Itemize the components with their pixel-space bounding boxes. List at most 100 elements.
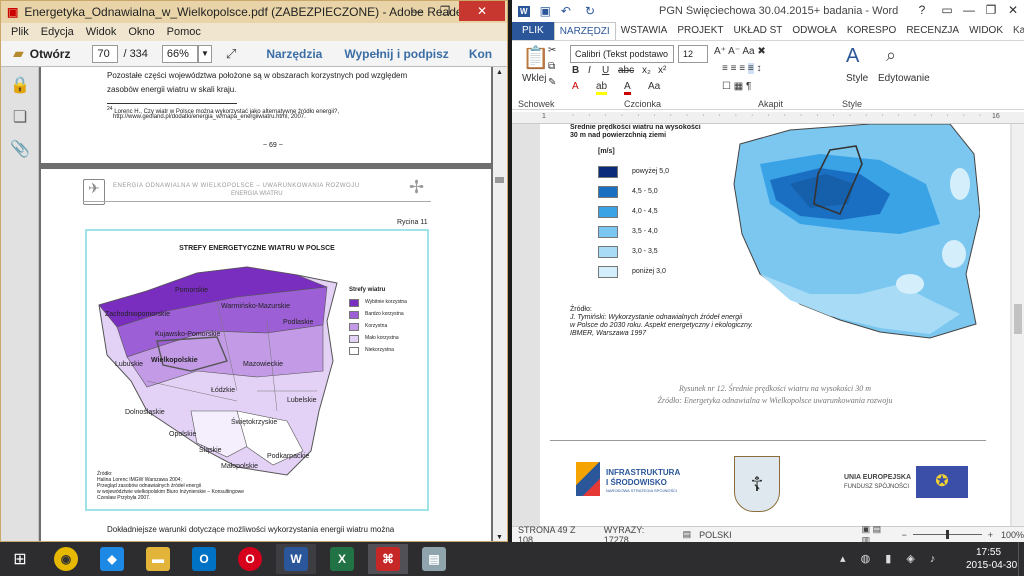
show-desktop-button[interactable] [1018, 542, 1024, 576]
zoom-slider[interactable] [912, 530, 982, 539]
zoom-thumb[interactable] [945, 530, 949, 539]
fill-sign-button[interactable]: Wypełnij i podpisz [344, 47, 448, 61]
paste-button[interactable]: Wklej [522, 73, 546, 84]
clock-date[interactable]: 2015-04-30 [966, 560, 1017, 571]
tools-button[interactable]: Narzędzia [266, 47, 322, 61]
document-icon: ▤ [422, 547, 446, 571]
footnote-link[interactable]: http://www.geoland.pl/dodatki/energia_w/… [113, 113, 306, 122]
read-mode-icon[interactable]: ▣ ▤ ▥ [862, 524, 892, 543]
lock-icon[interactable]: 🔒 [10, 75, 30, 95]
editing-button[interactable]: Edytowanie [878, 73, 930, 84]
redo-icon[interactable]: ↻ [585, 4, 595, 18]
text-effects-icon[interactable]: A [572, 81, 579, 92]
taskbar-app[interactable]: ▤ [414, 544, 454, 574]
taskbar-app[interactable]: X [322, 544, 362, 574]
taskbar-app[interactable]: ⌘ [368, 544, 408, 574]
close-button[interactable]: ✕ [459, 1, 505, 21]
region-label: Śląskie [199, 447, 222, 454]
taskbar-app[interactable]: ◆ [92, 544, 132, 574]
header-rule [83, 201, 431, 202]
tab-references[interactable]: ODWOŁA [787, 22, 841, 40]
attachment-icon[interactable]: 📎 [10, 139, 30, 159]
maximize-button[interactable]: ❐ [980, 0, 1002, 20]
taskbar-app[interactable]: W [276, 544, 316, 574]
align-left-icon[interactable]: ≡ ≡ ≡ ≡ ↕ [722, 63, 761, 74]
tray-icons[interactable]: ▴ ◍ ▮ ◈ ♪ [840, 552, 941, 565]
borders-icon[interactable]: ☐ ▦ ¶ [722, 81, 751, 92]
help-button[interactable]: ? [908, 0, 936, 20]
font-size-field[interactable]: 12 [678, 45, 708, 63]
zoom-dropdown-icon[interactable]: ▼ [197, 44, 212, 63]
tab-view[interactable]: WIDOK [964, 22, 1008, 40]
clock-time[interactable]: 17:55 [976, 547, 1001, 558]
tab-layout[interactable]: UKŁAD ST [728, 22, 787, 40]
zoom-level[interactable]: 100% [1001, 530, 1024, 540]
maximize-button[interactable]: ❐ [431, 1, 459, 21]
comment-button[interactable]: Kon [469, 47, 492, 61]
taskbar-app[interactable]: O [184, 544, 224, 574]
font-name-field[interactable]: Calibri (Tekst podstawo [570, 45, 674, 63]
ribbon-options-button[interactable]: ▭ [936, 0, 958, 20]
word-count[interactable]: WYRAZY: 17278 [604, 525, 671, 543]
save-icon[interactable]: ▣ [540, 4, 551, 18]
taskbar-app[interactable]: O [230, 544, 270, 574]
close-button[interactable]: ✕ [1002, 0, 1024, 20]
minimize-button[interactable]: — [958, 0, 980, 20]
font-color-icon[interactable]: A [624, 81, 631, 95]
page-count[interactable]: STRONA 49 Z 108 [518, 525, 592, 543]
scroll-thumb[interactable] [495, 177, 504, 183]
format-painter-icon[interactable]: ✎ [548, 77, 556, 88]
strikethrough-icon[interactable]: abc [618, 65, 634, 76]
tab-mailings[interactable]: KORESPO [842, 22, 901, 40]
undo-icon[interactable]: ↶ [561, 4, 571, 18]
subscript-icon[interactable]: x₂ [642, 65, 651, 76]
reader-scrollbar[interactable]: ▲ ▼ [493, 67, 507, 541]
zoom-out-icon[interactable]: − [902, 530, 907, 540]
copy-icon[interactable]: ⧉ [548, 61, 555, 72]
figure-number: Rycina 11 [397, 219, 428, 226]
horizontal-ruler[interactable]: 1 · · · · · · · · · · · · · · · · · · · … [512, 112, 1024, 124]
italic-icon[interactable]: I [588, 65, 591, 76]
underline-icon[interactable]: U [602, 65, 609, 76]
proofing-icon[interactable]: ▤ [683, 529, 692, 540]
superscript-icon[interactable]: x² [658, 65, 666, 76]
menu-pomoc[interactable]: Pomoc [167, 26, 201, 38]
tab-insert[interactable]: WSTAWIA [616, 22, 673, 40]
grow-font-icon[interactable]: A⁺ A⁻ Aa ✖ [714, 46, 766, 57]
menu-widok[interactable]: Widok [86, 26, 117, 38]
user-name[interactable]: Kamila Ję... [1008, 22, 1024, 40]
scroll-thumb[interactable] [1014, 304, 1022, 334]
tab-design[interactable]: PROJEKT [672, 22, 728, 40]
open-button[interactable]: Otwórz [30, 47, 71, 61]
tab-review[interactable]: RECENZJA [901, 22, 964, 40]
minimize-button[interactable]: — [403, 1, 431, 21]
page-number-field[interactable]: 70 [92, 44, 119, 63]
language[interactable]: POLSKI [699, 530, 732, 540]
shading-icon[interactable]: Aa [648, 81, 660, 92]
tab-file[interactable]: PLIK [512, 22, 554, 40]
cut-icon[interactable]: ✂ [548, 45, 556, 56]
scroll-down-icon[interactable]: ▼ [496, 534, 503, 541]
zoom-in-icon[interactable]: + [988, 530, 993, 540]
tab-home[interactable]: NARZĘDZI [553, 22, 616, 40]
styles-icon[interactable]: A [846, 45, 859, 68]
menu-edycja[interactable]: Edycja [41, 26, 74, 38]
menu-okno[interactable]: Okno [128, 26, 154, 38]
pages-icon[interactable]: ❏ [10, 107, 30, 127]
taskbar-app[interactable]: ◉ [46, 544, 86, 574]
zoom-field[interactable]: 66% [161, 44, 198, 63]
start-button[interactable]: ⊞ [0, 544, 40, 574]
highlight-icon[interactable]: ab [596, 81, 608, 95]
menu-plik[interactable]: Plik [11, 26, 29, 38]
search-icon[interactable]: ⌕ [886, 45, 896, 66]
legend-label: 4,5 - 5,0 [632, 188, 658, 195]
scroll-up-icon[interactable]: ▲ [496, 69, 503, 76]
taskbar-app[interactable]: ▬ [138, 544, 178, 574]
paste-icon[interactable]: 📋 [522, 45, 549, 71]
word-scrollbar[interactable] [1012, 124, 1024, 526]
legend-label: Bardzo korzystna [365, 311, 404, 317]
paragraph-line: zasobów energii wiatru w skali kraju. [107, 85, 237, 94]
fit-icon[interactable]: ⤢ [226, 46, 236, 62]
bold-icon[interactable]: B [572, 65, 579, 76]
styles-button[interactable]: Style [846, 73, 868, 84]
